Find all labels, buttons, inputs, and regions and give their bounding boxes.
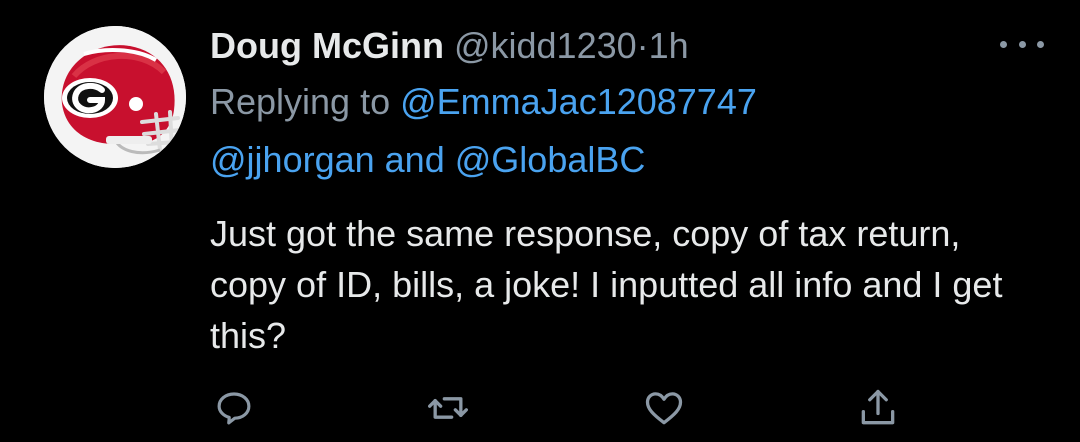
share-button[interactable] (854, 384, 902, 432)
replying-to-line: Replying to @EmmaJac12087747 (210, 80, 757, 124)
share-icon (861, 389, 895, 425)
mention-link-3[interactable]: @GlobalBC (455, 139, 646, 180)
georgia-football-helmet-icon (44, 26, 186, 168)
mention-conjunction[interactable]: and (385, 139, 445, 180)
reply-button[interactable] (210, 384, 258, 432)
user-handle[interactable]: @kidd1230 (454, 25, 637, 66)
replying-to-line-2: @jjhorgan and @GlobalBC (210, 138, 645, 182)
timestamp[interactable]: 1h (649, 25, 689, 66)
avatar[interactable] (44, 26, 186, 168)
comment-icon (217, 392, 251, 425)
tweet-actions (210, 384, 910, 432)
mention-link-2[interactable]: @jjhorgan (210, 139, 375, 180)
like-button[interactable] (640, 384, 688, 432)
retweet-button[interactable] (424, 384, 472, 432)
tweet[interactable]: Doug McGinn @kidd1230·1h Replying to @Emm… (0, 0, 1080, 442)
retweet-icon (428, 397, 468, 419)
tweet-text: Just got the same response, copy of tax … (210, 213, 1003, 356)
separator-dot: · (636, 25, 649, 66)
mention-link-1[interactable]: @EmmaJac12087747 (400, 81, 757, 122)
replying-label: Replying to (210, 81, 391, 122)
display-name[interactable]: Doug McGinn (210, 25, 444, 66)
heart-icon (645, 392, 683, 425)
tweet-header: Doug McGinn @kidd1230·1h (210, 24, 689, 68)
more-options-icon[interactable] (1000, 34, 1044, 54)
